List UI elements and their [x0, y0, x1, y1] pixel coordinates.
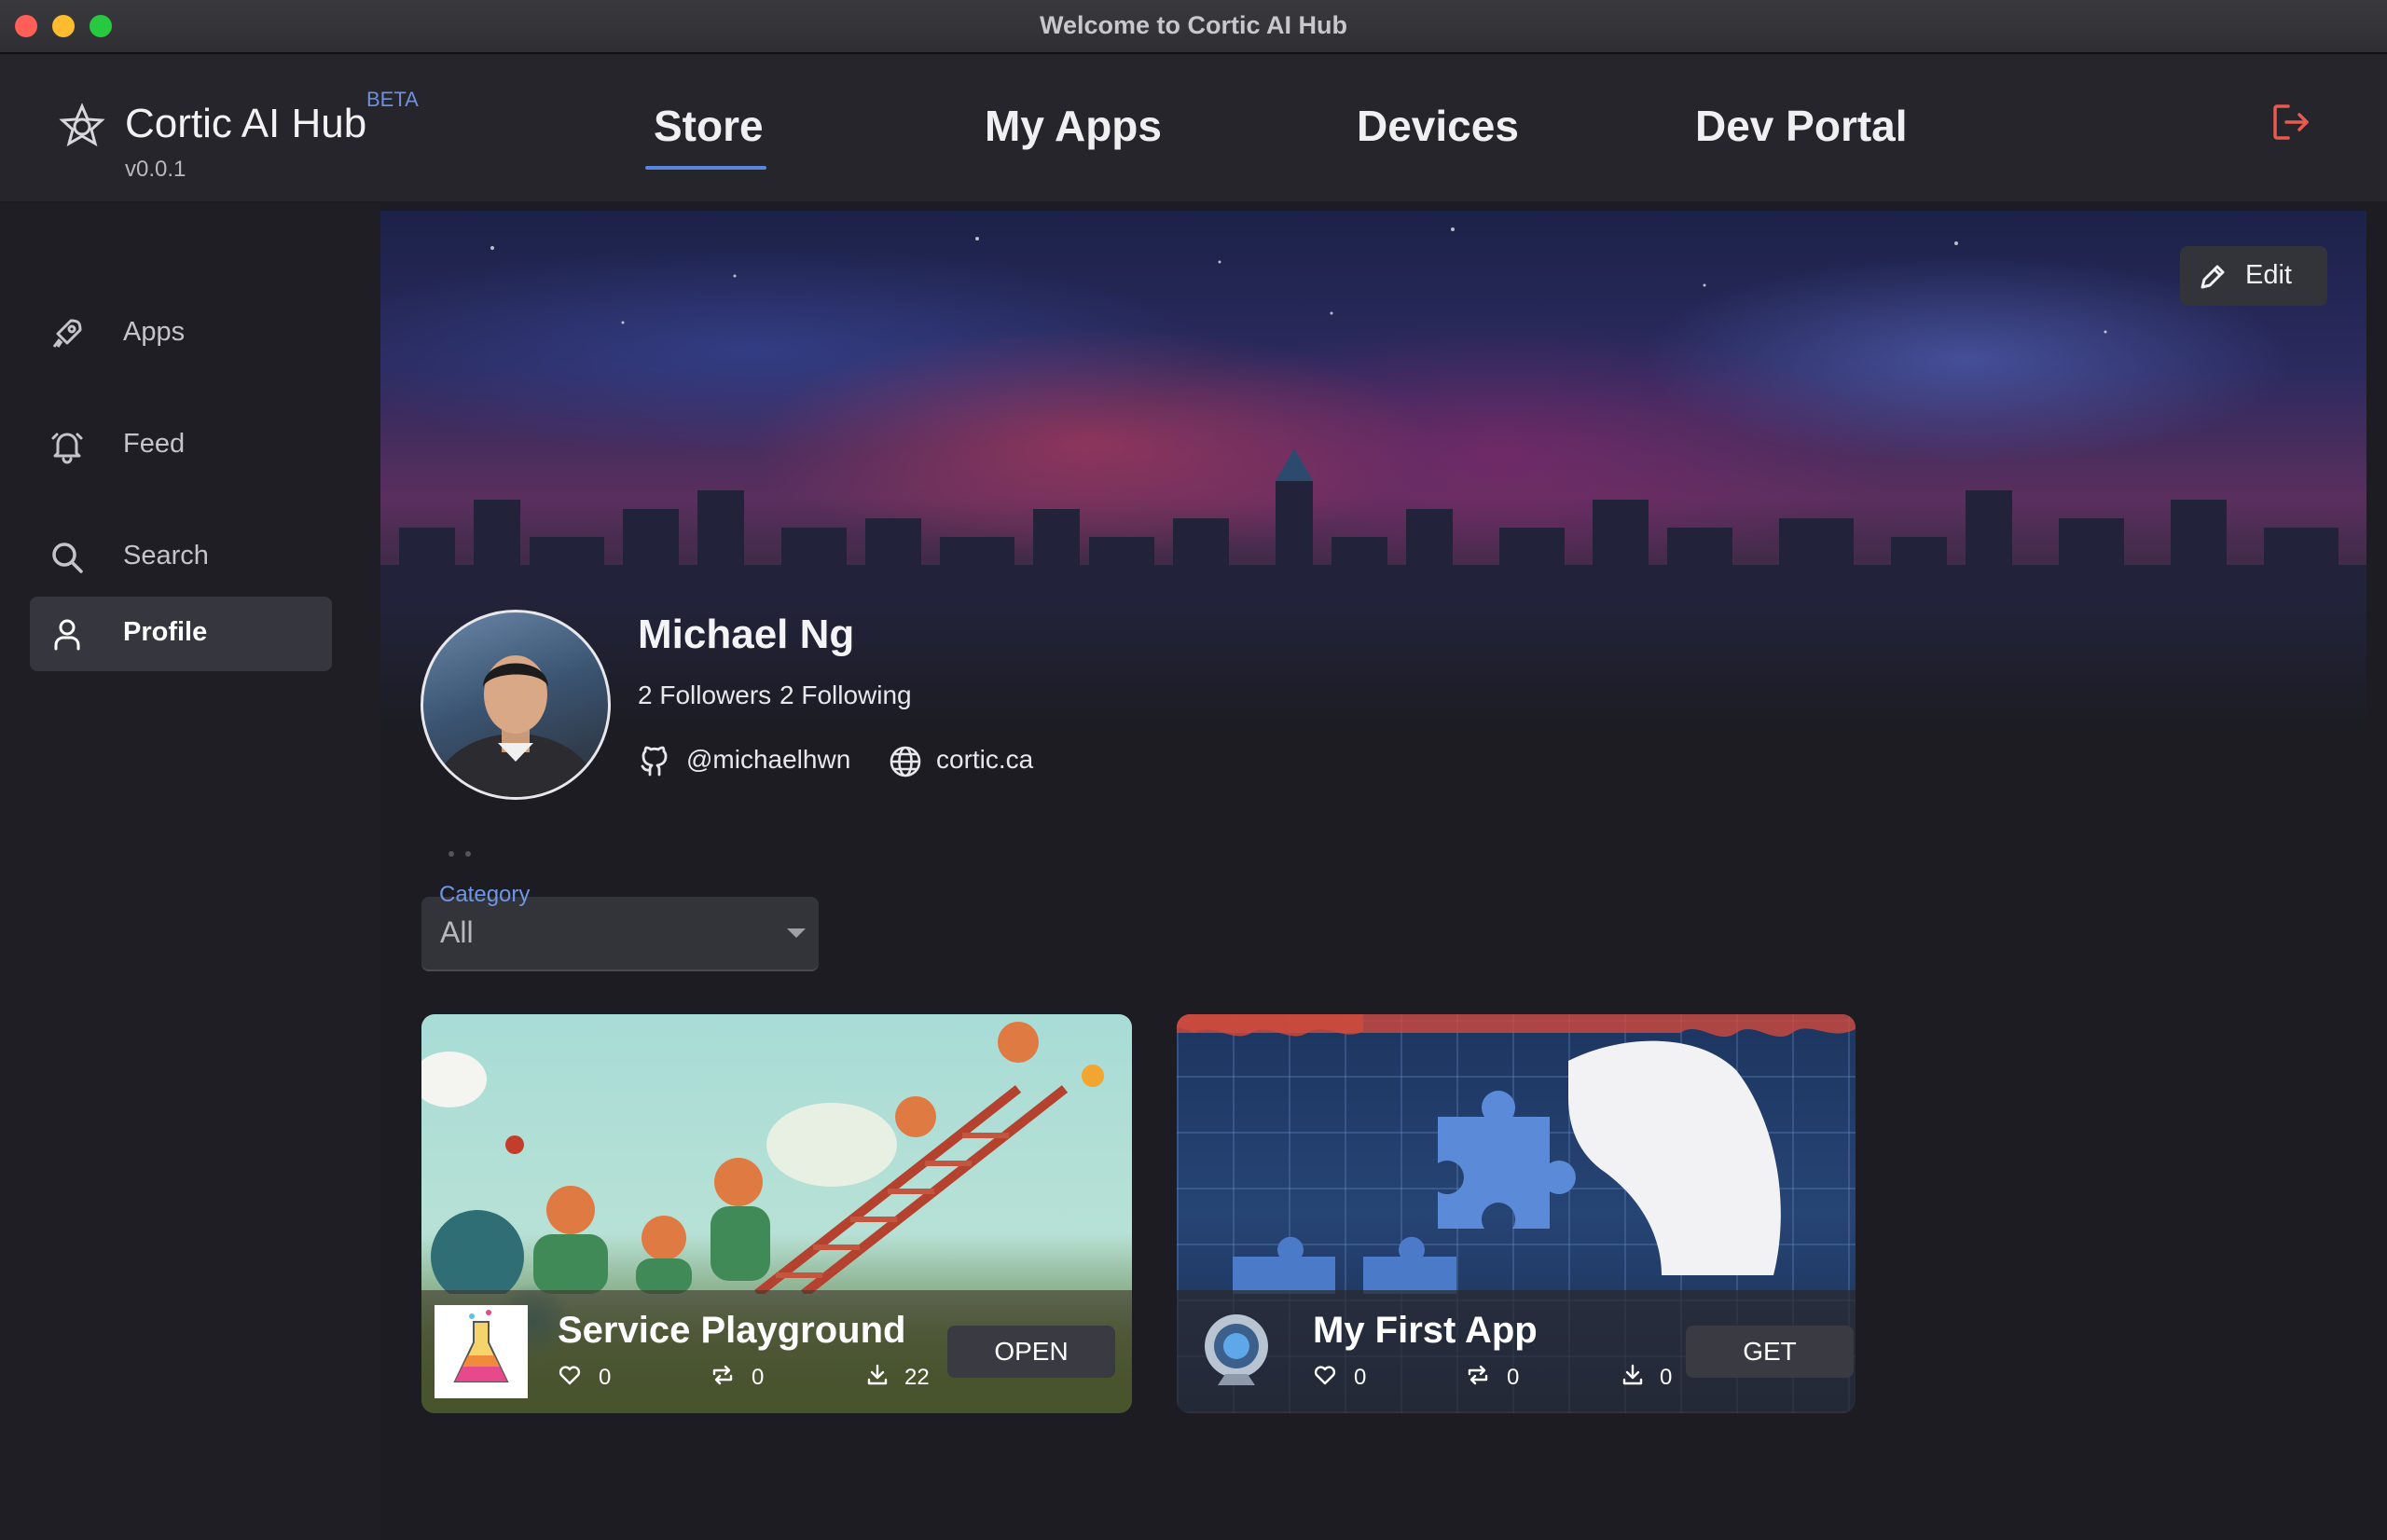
following-count[interactable]: 2 Following — [780, 681, 912, 710]
tab-dev-portal[interactable]: Dev Portal — [1695, 101, 1908, 151]
category-label: Category — [439, 882, 531, 907]
download-icon — [1622, 1364, 1643, 1385]
sidebar-item-label: Profile — [123, 617, 208, 647]
get-button[interactable]: GET — [1686, 1326, 1854, 1378]
avatar — [421, 610, 611, 800]
rocket-icon — [52, 319, 82, 348]
github-handle-link[interactable]: @michaelhwn — [686, 745, 850, 775]
sidebar-item-label: Feed — [123, 429, 186, 459]
github-icon — [641, 746, 668, 777]
sidebar-item-search[interactable]: Search — [30, 520, 332, 595]
download-icon — [867, 1364, 888, 1385]
app-title: Service Playground — [558, 1310, 906, 1351]
reposts-count: 0 — [752, 1365, 765, 1390]
website-link[interactable]: cortic.ca — [936, 745, 1033, 775]
downloads-count: 22 — [904, 1365, 930, 1390]
category-value: All — [440, 915, 474, 949]
sidebar: Apps Feed Search Profile — [0, 203, 380, 1540]
open-button[interactable]: OPEN — [947, 1326, 1115, 1378]
flask-icon — [435, 1305, 528, 1398]
sidebar-item-label: Apps — [123, 317, 186, 347]
pencil-icon — [2201, 265, 2225, 289]
user-icon — [54, 619, 80, 651]
pager-dots — [448, 845, 482, 861]
avatar-photo — [432, 655, 600, 797]
chevron-down-icon — [787, 928, 806, 938]
followers-count[interactable]: 2 Followers — [638, 681, 771, 710]
tab-devices[interactable]: Devices — [1357, 101, 1519, 151]
profile-name: Michael Ng — [638, 612, 855, 657]
tab-my-apps[interactable]: My Apps — [985, 101, 1162, 151]
edit-profile-button[interactable]: Edit — [2180, 246, 2327, 306]
sidebar-item-feed[interactable]: Feed — [30, 408, 332, 483]
window-title: Welcome to Cortic AI Hub — [1039, 11, 1348, 39]
webcam-icon — [1205, 1314, 1268, 1385]
category-select[interactable]: All — [421, 897, 819, 971]
edit-label: Edit — [2245, 260, 2292, 290]
logout-icon[interactable] — [2270, 101, 2312, 144]
window-titlebar: Welcome to Cortic AI Hub — [0, 0, 2387, 54]
app-title: My First App — [1313, 1310, 1538, 1351]
tab-store[interactable]: Store — [654, 101, 764, 151]
sidebar-item-apps[interactable]: Apps — [30, 296, 332, 371]
app-card-my-first-app[interactable]: My First App 0 0 0 GET — [1177, 1014, 1856, 1413]
reposts-count: 0 — [1507, 1365, 1520, 1390]
bell-icon — [51, 433, 83, 464]
sidebar-item-profile[interactable]: Profile — [30, 597, 332, 671]
app-name: Cortic AI Hub — [125, 101, 367, 146]
repost-icon[interactable] — [711, 1363, 735, 1387]
cortic-logo-icon — [59, 103, 105, 147]
heart-icon[interactable] — [558, 1363, 582, 1387]
downloads-count: 0 — [1660, 1365, 1673, 1390]
app-card-service-playground[interactable]: Service Playground 0 0 22 OPEN — [421, 1014, 1132, 1413]
search-icon — [52, 543, 83, 573]
playground-illustration — [421, 1022, 1104, 1294]
app-version: v0.0.1 — [125, 157, 186, 182]
app-header: Cortic AI Hub BETA v0.0.1 Store My Apps … — [0, 54, 2387, 201]
globe-icon — [890, 746, 921, 777]
repost-icon[interactable] — [1466, 1363, 1490, 1387]
beta-badge: BETA — [366, 88, 419, 111]
sidebar-item-label: Search — [123, 541, 209, 571]
active-tab-indicator — [645, 166, 766, 170]
puzzle-illustration — [1177, 1014, 1856, 1294]
heart-icon[interactable] — [1313, 1363, 1337, 1387]
likes-count: 0 — [1354, 1365, 1367, 1390]
likes-count: 0 — [599, 1365, 612, 1390]
